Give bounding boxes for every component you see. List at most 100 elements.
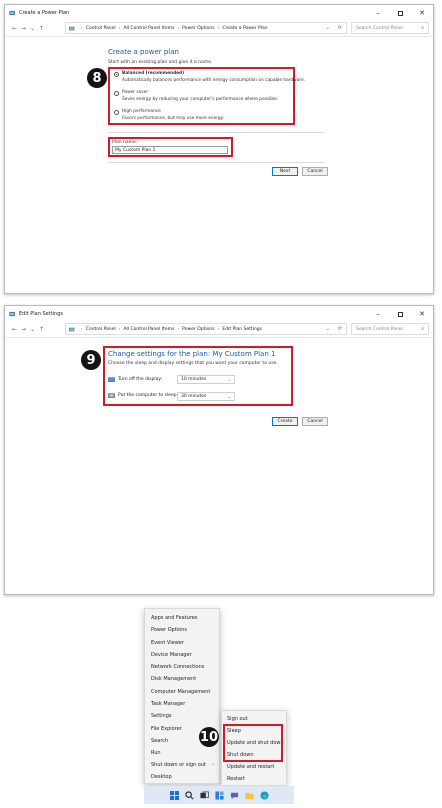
menu-item[interactable]: Power Options [151, 627, 187, 633]
step-badge-10: 10 [199, 727, 219, 747]
option-label: Power saver [122, 90, 149, 95]
breadcrumb-item[interactable]: Control Panel [86, 327, 116, 332]
next-button[interactable]: Next [272, 167, 298, 176]
maximize-button[interactable] [389, 306, 411, 322]
navigation-bar: ← → ⌄ ↑ › Control Panel › All Control Pa… [5, 322, 433, 336]
edge-icon[interactable] [259, 790, 269, 800]
divider [108, 132, 325, 133]
up-icon[interactable]: ↑ [37, 25, 46, 32]
task-view-icon[interactable] [199, 790, 209, 800]
menu-item[interactable]: Settings [151, 713, 172, 719]
cancel-button[interactable]: Cancel [302, 417, 328, 426]
close-button[interactable]: ✕ [411, 306, 433, 322]
chevron-down-icon: ⌄ [227, 394, 231, 399]
chevron-down-icon[interactable]: ⌄ [326, 326, 330, 332]
menu-item[interactable]: Desktop [151, 774, 172, 780]
submenu-item[interactable]: Sign out [227, 716, 248, 722]
title-bar: Create a Power Plan – ✕ [5, 5, 433, 21]
breadcrumb-item[interactable]: All Control Panel Items [123, 26, 174, 31]
submenu-item[interactable]: Restart [227, 776, 245, 782]
menu-item[interactable]: Computer Management [151, 689, 210, 695]
search-icon[interactable]: ⌕ [421, 25, 424, 31]
power-options-icon [9, 311, 15, 317]
breadcrumb-item[interactable]: Power Options [182, 26, 214, 31]
edit-plan-settings-window: Edit Plan Settings – ✕ ← → ⌄ ↑ › Control… [4, 305, 434, 595]
page-title: Change settings for the plan: My Custom … [108, 350, 276, 358]
forward-icon[interactable]: → [19, 25, 28, 32]
menu-item[interactable]: Disk Management [151, 676, 196, 682]
option-description: Saves energy by reducing your computer's… [122, 97, 279, 102]
recent-locations-icon[interactable]: ⌄ [28, 25, 37, 32]
power-options-icon [9, 10, 15, 16]
taskbar [144, 786, 294, 804]
breadcrumb-item[interactable]: Edit Plan Settings [222, 327, 262, 332]
navigation-bar: ← → ⌄ ↑ › Control Panel › All Control Pa… [5, 21, 433, 35]
breadcrumb-item[interactable]: All Control Panel Items [123, 327, 174, 332]
search-input[interactable]: Search Control Panel ⌕ [351, 22, 429, 34]
menu-item[interactable]: Apps and Features [151, 615, 197, 621]
search-input[interactable]: Search Control Panel ⌕ [351, 323, 429, 335]
menu-item[interactable]: Network Connections [151, 664, 204, 670]
start-icon[interactable] [169, 790, 179, 800]
menu-item[interactable]: Device Manager [151, 652, 192, 658]
search-icon[interactable] [184, 790, 194, 800]
radio-icon[interactable] [114, 110, 119, 115]
chevron-down-icon[interactable]: ⌄ [326, 25, 330, 31]
radio-icon[interactable] [114, 91, 119, 96]
maximize-button[interactable] [389, 5, 411, 21]
plan-name-field[interactable]: My Custom Plan 1 [112, 146, 228, 154]
address-bar[interactable]: › Control Panel › All Control Panel Item… [65, 22, 347, 34]
address-bar[interactable]: › Control Panel › All Control Panel Item… [65, 323, 347, 335]
minimize-button[interactable]: – [367, 5, 389, 21]
back-icon[interactable]: ← [10, 25, 19, 32]
breadcrumb-item[interactable]: Control Panel [86, 26, 116, 31]
plan-name-label: Plan name: [112, 140, 138, 145]
sleep-timeout-select[interactable]: 30 minutes ⌄ [177, 392, 235, 401]
refresh-icon[interactable]: ⟳ [338, 25, 342, 31]
step-badge-9: 9 [81, 350, 101, 370]
refresh-icon[interactable]: ⟳ [338, 326, 342, 332]
recent-locations-icon[interactable]: ⌄ [28, 326, 37, 333]
menu-item[interactable]: Search [151, 738, 168, 744]
breadcrumb-item[interactable]: Power Options [182, 327, 214, 332]
window-title: Edit Plan Settings [19, 311, 64, 317]
menu-item[interactable]: Run [151, 750, 161, 756]
menu-item-shutdown[interactable]: Shut down or sign out [151, 762, 206, 768]
widgets-icon[interactable] [214, 790, 224, 800]
chevron-right-icon: › [212, 762, 214, 768]
divider [108, 162, 325, 163]
content-area: Create a power plan Start with an existi… [5, 36, 433, 293]
option-label: High performance [122, 109, 161, 114]
control-panel-icon [69, 26, 75, 30]
breadcrumb-item[interactable]: Create a Power Plan [222, 26, 267, 31]
menu-item[interactable]: Task Manager [151, 701, 185, 707]
forward-icon[interactable]: → [19, 326, 28, 333]
close-button[interactable]: ✕ [411, 5, 433, 21]
menu-item[interactable]: Event Viewer [151, 640, 184, 646]
display-timeout-select[interactable]: 10 minutes ⌄ [177, 375, 235, 384]
window-title: Create a Power Plan [19, 10, 70, 16]
search-icon[interactable]: ⌕ [421, 326, 424, 332]
option-description: Favors performance, but may use more ene… [122, 116, 224, 121]
sleep-timeout-value: 30 minutes [181, 394, 207, 399]
minimize-button[interactable]: – [367, 306, 389, 322]
create-button[interactable]: Create [272, 417, 298, 426]
sleep-setting-label: Put the computer to sleep: [118, 393, 179, 398]
page-title: Create a power plan [108, 48, 179, 56]
submenu-item[interactable]: Update and restart [227, 764, 274, 770]
control-panel-icon [69, 327, 75, 331]
step-badge-8: 8 [87, 68, 107, 88]
up-icon[interactable]: ↑ [37, 326, 46, 333]
create-power-plan-window: Create a Power Plan – ✕ ← → ⌄ ↑ › Contro… [4, 4, 434, 294]
back-icon[interactable]: ← [10, 326, 19, 333]
display-setting-label: Turn off the display: [118, 377, 163, 382]
highlight-sleep-shutdown [223, 724, 283, 762]
radio-selected-icon[interactable] [114, 72, 119, 77]
search-placeholder: Search Control Panel [356, 326, 403, 332]
cancel-button[interactable]: Cancel [302, 167, 328, 176]
chevron-down-icon: ⌄ [227, 377, 231, 382]
menu-item[interactable]: File Explorer [151, 726, 182, 732]
file-explorer-icon[interactable] [244, 790, 254, 800]
chat-icon[interactable] [229, 790, 239, 800]
option-description: Automatically balances performance with … [122, 78, 305, 83]
